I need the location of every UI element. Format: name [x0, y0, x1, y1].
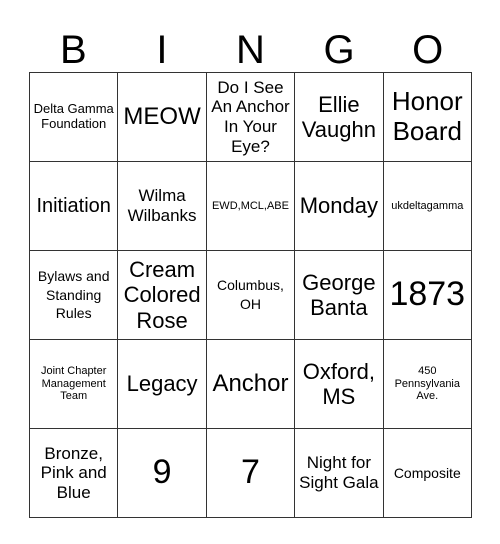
bingo-cell[interactable]: Joint Chapter Management Team — [28, 339, 119, 429]
grid-row: Bylaws and Standing Rules Cream Colored … — [28, 250, 473, 340]
bingo-cell[interactable]: Initiation — [28, 161, 119, 251]
bingo-cell[interactable]: Do I See An Anchor In Your Eye? — [205, 72, 296, 162]
bingo-cell[interactable]: Legacy — [117, 339, 207, 429]
bingo-cell[interactable]: 450 Pennsylvania Ave. — [382, 339, 473, 429]
grid-row: Delta Gamma Foundation MEOW Do I See An … — [28, 72, 473, 162]
bingo-cell[interactable]: Night for Sight Gala — [294, 428, 384, 518]
header-letter-n: N — [236, 28, 265, 72]
bingo-cell[interactable]: 1873 — [382, 250, 473, 340]
bingo-cell[interactable]: 7 — [205, 428, 296, 518]
bingo-cell[interactable]: ukdeltagamma — [382, 161, 473, 251]
bingo-cell[interactable]: Oxford, MS — [294, 339, 384, 429]
bingo-cell[interactable]: Wilma Wilbanks — [117, 161, 207, 251]
bingo-cell[interactable]: Cream Colored Rose — [117, 250, 207, 340]
header-letter-g: G — [323, 28, 355, 72]
bingo-grid: Delta Gamma Foundation MEOW Do I See An … — [28, 72, 473, 518]
header-letter-i: I — [156, 28, 168, 72]
bingo-cell[interactable]: Composite — [382, 428, 473, 518]
bingo-cell[interactable]: Columbus, OH — [205, 250, 296, 340]
bingo-cell[interactable]: Anchor — [205, 339, 296, 429]
bingo-cell[interactable]: Delta Gamma Foundation — [28, 72, 119, 162]
bingo-cell[interactable]: EWD,MCL,ABE — [205, 161, 296, 251]
header-letter-b: B — [59, 28, 87, 72]
bingo-cell[interactable]: Bylaws and Standing Rules — [28, 250, 119, 340]
grid-row: Bronze, Pink and Blue 9 7 Night for Sigh… — [28, 428, 473, 518]
bingo-cell[interactable]: Ellie Vaughn — [294, 72, 384, 162]
bingo-cell[interactable]: 9 — [117, 428, 207, 518]
grid-row: Joint Chapter Management Team Legacy Anc… — [28, 339, 473, 429]
header-letter-o: O — [412, 28, 444, 72]
bingo-cell[interactable]: George Banta — [294, 250, 384, 340]
bingo-cell[interactable]: MEOW — [117, 72, 207, 162]
bingo-cell[interactable]: Honor Board — [382, 72, 473, 162]
bingo-header: B I N G O — [29, 28, 472, 72]
bingo-cell[interactable]: Monday — [294, 161, 384, 251]
bingo-cell[interactable]: Bronze, Pink and Blue — [28, 428, 119, 518]
grid-row: Initiation Wilma Wilbanks EWD,MCL,ABE Mo… — [28, 161, 473, 251]
